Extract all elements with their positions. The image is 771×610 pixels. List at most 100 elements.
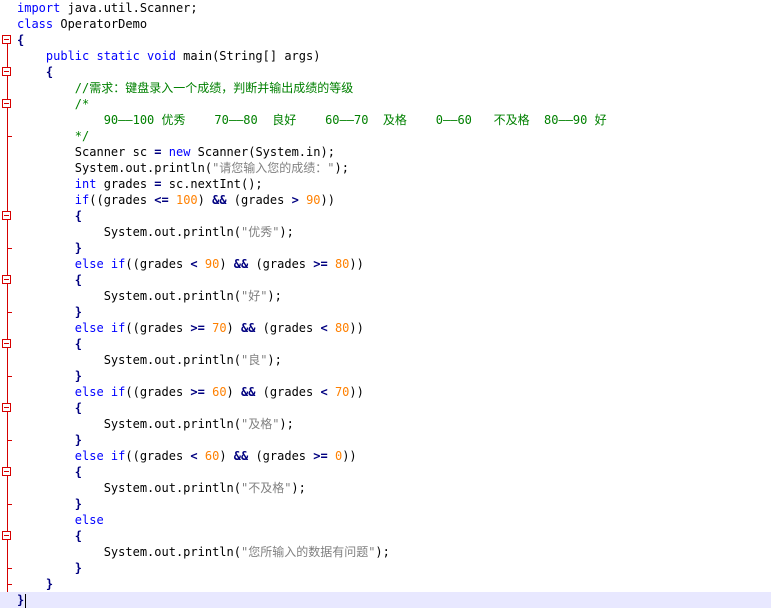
- code-line[interactable]: /*: [17, 96, 771, 112]
- code-token: }: [45, 577, 54, 591]
- code-line[interactable]: else: [17, 512, 771, 528]
- code-token: public static void: [45, 49, 176, 63]
- code-token: (grades: [226, 193, 292, 207]
- code-text-area[interactable]: import java.util.Scanner; class OperatorD…: [0, 0, 771, 608]
- code-token: );: [291, 481, 306, 495]
- code-token: }: [74, 497, 83, 511]
- fold-toggle-icon[interactable]: [2, 99, 11, 108]
- code-token: {: [74, 209, 83, 223]
- code-token: "好": [240, 289, 268, 303]
- code-line[interactable]: {: [17, 64, 771, 80]
- code-line[interactable]: 90——100 优秀 70——80 良好 60——70 及格 0——60 不及格…: [17, 112, 771, 128]
- code-line[interactable]: {: [17, 336, 771, 352]
- fold-toggle-icon[interactable]: [2, 339, 11, 348]
- code-line[interactable]: }: [17, 304, 771, 320]
- code-token: "您所输入的数据有问题": [240, 545, 376, 559]
- code-token: ((grades: [125, 385, 191, 399]
- code-line[interactable]: int grades = sc.nextInt();: [17, 176, 771, 192]
- code-line[interactable]: }: [17, 576, 771, 592]
- code-line[interactable]: System.out.println("请您输入您的成绩：");: [17, 160, 771, 176]
- code-token: int: [74, 177, 97, 191]
- code-token: >=: [190, 385, 205, 399]
- code-token: grades: [96, 177, 155, 191]
- code-token: &&: [241, 321, 256, 335]
- code-line[interactable]: }: [17, 368, 771, 384]
- code-token: <=: [154, 193, 169, 207]
- code-editor[interactable]: import java.util.Scanner; class OperatorD…: [0, 0, 771, 610]
- code-line[interactable]: //需求：键盘录入一个成绩，判断并输出成绩的等级: [17, 80, 771, 96]
- code-line[interactable]: System.out.println("良");: [17, 352, 771, 368]
- code-line[interactable]: else if((grades < 60) && (grades >= 0)): [17, 448, 771, 464]
- code-token: )): [342, 449, 357, 463]
- code-token: 60: [204, 449, 220, 463]
- code-line[interactable]: {: [17, 464, 771, 480]
- code-token: import: [17, 1, 61, 15]
- code-line[interactable]: }: [0, 592, 771, 608]
- code-token: System.out.println(: [17, 353, 241, 367]
- code-token: {: [74, 337, 83, 351]
- code-line[interactable]: System.out.println("不及格");: [17, 480, 771, 496]
- code-line[interactable]: {: [17, 528, 771, 544]
- code-line[interactable]: else if((grades >= 60) && (grades < 70)): [17, 384, 771, 400]
- code-token: );: [267, 353, 282, 367]
- code-token: <: [320, 385, 328, 399]
- fold-toggle-icon[interactable]: [2, 467, 11, 476]
- code-token: {: [45, 65, 54, 79]
- fold-end-marker: [7, 136, 12, 137]
- code-line[interactable]: System.out.println("优秀");: [17, 224, 771, 240]
- code-line[interactable]: import java.util.Scanner;: [17, 0, 771, 16]
- code-token: )): [349, 385, 364, 399]
- code-token: 80: [334, 321, 350, 335]
- fold-guide-line: [7, 40, 8, 598]
- code-token: <: [190, 257, 198, 271]
- code-line[interactable]: {: [17, 208, 771, 224]
- code-token: {: [74, 401, 83, 415]
- code-line[interactable]: {: [17, 400, 771, 416]
- fold-toggle-icon[interactable]: [2, 403, 11, 412]
- code-line[interactable]: if((grades <= 100) && (grades > 90)): [17, 192, 771, 208]
- code-line[interactable]: */: [17, 128, 771, 144]
- code-line[interactable]: }: [17, 240, 771, 256]
- fold-toggle-icon[interactable]: [2, 67, 11, 76]
- code-token: "请您输入您的成绩：": [212, 161, 335, 175]
- code-line[interactable]: {: [17, 272, 771, 288]
- code-token: OperatorDemo: [53, 17, 148, 31]
- code-token: >=: [313, 257, 328, 271]
- fold-gutter: [0, 0, 14, 610]
- fold-toggle-icon[interactable]: [2, 211, 11, 220]
- code-token: );: [279, 417, 294, 431]
- code-line[interactable]: class OperatorDemo: [17, 16, 771, 32]
- code-token: &&: [241, 385, 256, 399]
- code-line[interactable]: Scanner sc = new Scanner(System.in);: [17, 144, 771, 160]
- code-token: 90: [204, 257, 220, 271]
- code-line[interactable]: System.out.println("及格");: [17, 416, 771, 432]
- code-token: );: [375, 545, 390, 559]
- code-token: System.out.println(: [17, 481, 241, 495]
- code-line[interactable]: public static void main(String[] args): [17, 48, 771, 64]
- code-token: System.out.println(: [17, 417, 241, 431]
- code-line[interactable]: }: [17, 496, 771, 512]
- fold-toggle-icon[interactable]: [2, 531, 11, 540]
- code-token: sc.nextInt();: [161, 177, 263, 191]
- code-token: ): [226, 385, 241, 399]
- code-line[interactable]: System.out.println("您所输入的数据有问题");: [17, 544, 771, 560]
- fold-toggle-icon[interactable]: [2, 275, 11, 284]
- code-line[interactable]: {: [17, 32, 771, 48]
- code-token: 90: [306, 193, 321, 207]
- code-line[interactable]: System.out.println("好");: [17, 288, 771, 304]
- code-token: /*: [74, 97, 90, 111]
- fold-toggle-icon[interactable]: [2, 35, 11, 44]
- code-token: 70: [212, 321, 227, 335]
- code-line[interactable]: }: [17, 432, 771, 448]
- code-line[interactable]: }: [17, 560, 771, 576]
- code-token: (grades: [255, 321, 321, 335]
- code-line[interactable]: else if((grades < 90) && (grades >= 80)): [17, 256, 771, 272]
- code-line[interactable]: else if((grades >= 70) && (grades < 80)): [17, 320, 771, 336]
